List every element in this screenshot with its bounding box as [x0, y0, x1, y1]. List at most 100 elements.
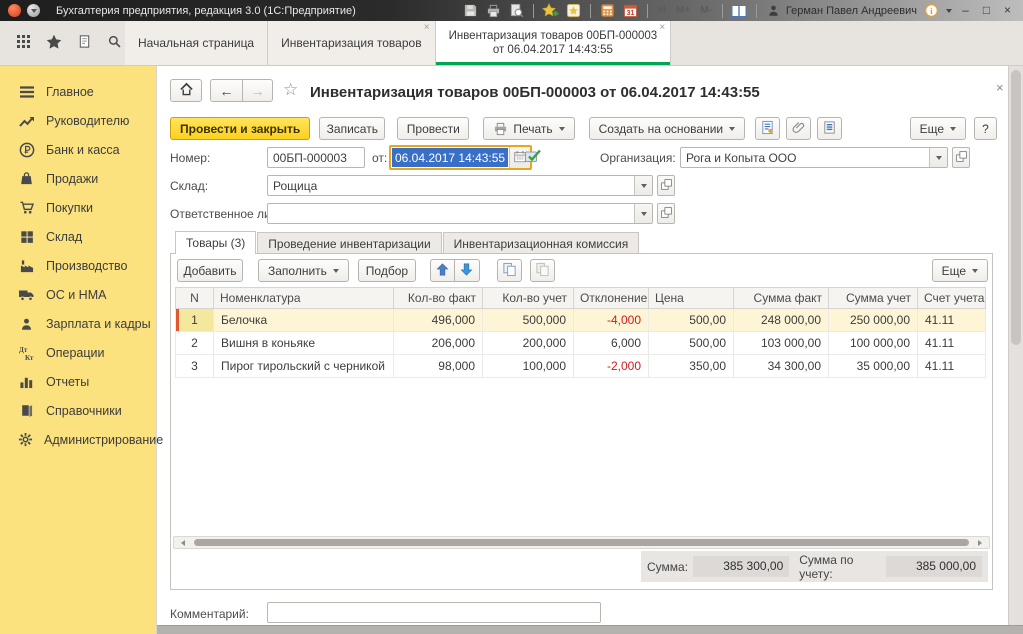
table-column-header[interactable]: Отклонение: [574, 288, 649, 309]
memory-minus-button[interactable]: M-: [698, 5, 714, 16]
table-column-header[interactable]: Счет учета: [918, 288, 986, 309]
sidebar-item[interactable]: Руководителю: [0, 106, 156, 135]
create-based-on-button[interactable]: Создать на основании: [589, 117, 746, 140]
table-cell[interactable]: 98,000: [394, 355, 483, 378]
table-cell[interactable]: 6,000: [574, 332, 649, 355]
report-button[interactable]: [817, 117, 842, 140]
number-input[interactable]: 00БП-000003: [267, 147, 365, 168]
table-cell[interactable]: Пирог тирольский с черникой: [214, 355, 394, 378]
chevron-down-icon[interactable]: [946, 9, 952, 16]
table-cell[interactable]: 41.11: [918, 309, 986, 332]
tab-close-icon[interactable]: ×: [424, 23, 430, 33]
responsible-dropdown-icon[interactable]: [634, 204, 652, 223]
maximize-button[interactable]: □: [979, 2, 994, 19]
organization-field[interactable]: Рога и Копыта ООО: [680, 147, 948, 168]
table-cell[interactable]: 350,00: [649, 355, 734, 378]
table-cell[interactable]: 41.11: [918, 355, 986, 378]
history-icon[interactable]: [77, 34, 92, 52]
info-icon[interactable]: i: [923, 2, 940, 19]
warehouse-field[interactable]: Рощица: [267, 175, 653, 196]
sidebar-item[interactable]: ДтКтОперации: [0, 338, 156, 367]
table-cell[interactable]: -2,000: [574, 355, 649, 378]
attachments-button[interactable]: [786, 117, 811, 140]
table-cell[interactable]: Вишня в коньяке: [214, 332, 394, 355]
tab-close-icon[interactable]: ×: [659, 23, 665, 33]
sidebar-item[interactable]: Справочники: [0, 396, 156, 425]
app-tab[interactable]: Инвентаризация товаров 00БП-000003от 06.…: [436, 21, 672, 65]
table-cell[interactable]: 500,000: [483, 309, 574, 332]
memory-button[interactable]: M: [656, 5, 668, 16]
table-cell[interactable]: 103 000,00: [734, 332, 829, 355]
save-button[interactable]: Записать: [319, 117, 385, 140]
table-cell[interactable]: 3: [176, 355, 214, 378]
check-date-icon[interactable]: [524, 148, 542, 167]
table-row[interactable]: 3Пирог тирольский с черникой98,000100,00…: [176, 355, 986, 378]
warehouse-dropdown-icon[interactable]: [634, 176, 652, 195]
print-button[interactable]: Печать: [483, 117, 574, 140]
responsible-open-button[interactable]: [657, 203, 675, 224]
table-cell[interactable]: 100 000,00: [829, 332, 918, 355]
search-icon[interactable]: [107, 34, 122, 52]
table-cell[interactable]: 500,00: [649, 309, 734, 332]
table-cell[interactable]: Белочка: [214, 309, 394, 332]
sidebar-item[interactable]: Покупки: [0, 193, 156, 222]
table-cell[interactable]: 100,000: [483, 355, 574, 378]
table-column-header[interactable]: Номенклатура: [214, 288, 394, 309]
table-more-button[interactable]: Еще: [932, 259, 988, 282]
warehouse-open-button[interactable]: [657, 175, 675, 196]
table-cell[interactable]: 34 300,00: [734, 355, 829, 378]
table-cell[interactable]: 2: [176, 332, 214, 355]
table-cell[interactable]: 35 000,00: [829, 355, 918, 378]
move-up-button[interactable]: [430, 259, 455, 282]
table-cell[interactable]: 206,000: [394, 332, 483, 355]
scroll-left-icon[interactable]: [178, 540, 185, 546]
organization-open-button[interactable]: [952, 147, 970, 168]
sidebar-item[interactable]: Склад: [0, 222, 156, 251]
system-menu-icon[interactable]: [27, 4, 40, 17]
table-row[interactable]: 1Белочка496,000500,000-4,000500,00248 00…: [176, 309, 986, 332]
favorites-icon[interactable]: [565, 2, 582, 19]
table-cell[interactable]: -4,000: [574, 309, 649, 332]
sidebar-item[interactable]: Отчеты: [0, 367, 156, 396]
home-button[interactable]: [170, 79, 202, 102]
current-user[interactable]: Герман Павел Андреевич: [765, 2, 917, 19]
sidebar-item[interactable]: Администрирование: [0, 425, 156, 454]
back-button[interactable]: ←: [210, 79, 243, 102]
memory-plus-button[interactable]: M+: [674, 5, 692, 16]
scrollbar-thumb[interactable]: [194, 539, 969, 546]
more-button[interactable]: Еще: [910, 117, 966, 140]
forward-button[interactable]: →: [243, 79, 273, 102]
responsible-field[interactable]: [267, 203, 653, 224]
copy-button[interactable]: [497, 259, 522, 282]
print-icon[interactable]: [485, 2, 502, 19]
table-row[interactable]: 2Вишня в коньяке206,000200,0006,000500,0…: [176, 332, 986, 355]
sections-menu-icon[interactable]: [16, 34, 31, 52]
table-column-header[interactable]: Кол-во факт: [394, 288, 483, 309]
move-down-button[interactable]: [455, 259, 480, 282]
help-button[interactable]: ?: [974, 117, 997, 140]
table-cell[interactable]: 496,000: [394, 309, 483, 332]
table-cell[interactable]: 248 000,00: [734, 309, 829, 332]
split-window-icon[interactable]: [731, 2, 748, 19]
table-column-header[interactable]: Сумма факт: [734, 288, 829, 309]
save-icon[interactable]: [462, 2, 479, 19]
sidebar-item[interactable]: Главное: [0, 77, 156, 106]
post-and-close-button[interactable]: Провести и закрыть: [170, 117, 310, 140]
document-tab[interactable]: Инвентаризационная комиссия: [443, 232, 640, 254]
sidebar-item[interactable]: ОС и НМА: [0, 280, 156, 309]
favorite-star-icon[interactable]: ☆: [283, 80, 298, 100]
fill-button[interactable]: Заполнить: [258, 259, 349, 282]
form-close-icon[interactable]: ×: [996, 80, 1004, 95]
app-tab[interactable]: Инвентаризация товаров×: [268, 21, 435, 65]
sidebar-item[interactable]: Производство: [0, 251, 156, 280]
table-column-header[interactable]: Кол-во учет: [483, 288, 574, 309]
document-tab[interactable]: Товары (3): [175, 231, 256, 254]
paste-button[interactable]: [530, 259, 555, 282]
document-tab[interactable]: Проведение инвентаризации: [257, 232, 441, 254]
add-row-button[interactable]: Добавить: [177, 259, 243, 282]
table-cell[interactable]: 1: [176, 309, 214, 332]
table-cell[interactable]: 200,000: [483, 332, 574, 355]
sidebar-item[interactable]: Продажи: [0, 164, 156, 193]
doc-structure-button[interactable]: [755, 117, 780, 140]
table-column-header[interactable]: Цена: [649, 288, 734, 309]
